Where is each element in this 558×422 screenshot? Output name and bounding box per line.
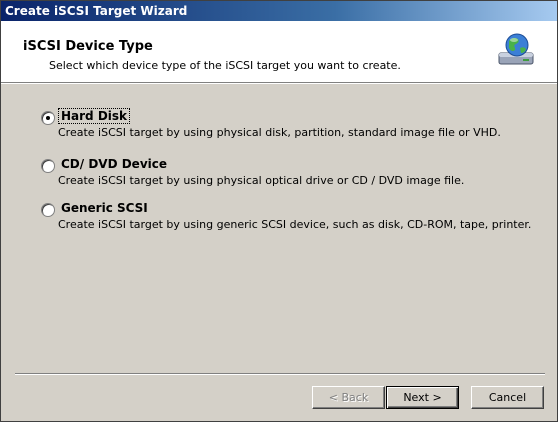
option-description: Create iSCSI target by using physical di… xyxy=(58,126,501,139)
radio-hard-disk[interactable] xyxy=(41,111,55,125)
cancel-button[interactable]: Cancel xyxy=(471,386,544,409)
page-title: iSCSI Device Type xyxy=(23,39,153,54)
globe-disk-icon xyxy=(498,33,534,65)
option-label[interactable]: Generic SCSI xyxy=(59,201,150,215)
option-label[interactable]: CD/ DVD Device xyxy=(59,157,169,171)
wizard-window: Create iSCSI Target Wizard iSCSI Device … xyxy=(0,0,558,422)
page-subtitle: Select which device type of the iSCSI ta… xyxy=(49,59,401,72)
window-title: Create iSCSI Target Wizard xyxy=(5,4,188,18)
title-bar[interactable]: Create iSCSI Target Wizard xyxy=(1,1,557,21)
header-divider xyxy=(1,83,557,84)
radio-cd-dvd-device[interactable] xyxy=(41,159,55,173)
option-label[interactable]: Hard Disk xyxy=(57,108,131,124)
next-button[interactable]: Next > xyxy=(386,386,459,409)
footer-divider xyxy=(15,373,545,375)
option-description: Create iSCSI target by using generic SCS… xyxy=(58,218,532,231)
back-button[interactable]: < Back xyxy=(312,386,385,409)
radio-generic-scsi[interactable] xyxy=(41,203,55,217)
wizard-header: iSCSI Device Type Select which device ty… xyxy=(1,21,557,83)
option-description: Create iSCSI target by using physical op… xyxy=(58,174,465,187)
